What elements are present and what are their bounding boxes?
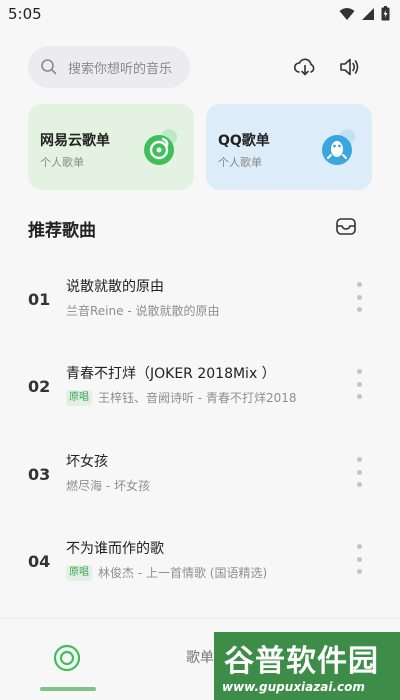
song-row[interactable]: 03 坏女孩 燃尽海 - 坏女孩: [0, 443, 400, 503]
netease-playlist-card[interactable]: 网易云歌单 个人歌单: [28, 104, 194, 190]
qq-playlist-card[interactable]: QQ歌单 个人歌单: [206, 104, 372, 190]
dot: [356, 282, 362, 287]
song-title: 青春不打烊（JOKER 2018Mix ）: [66, 366, 276, 382]
status-time: 5:05: [8, 5, 42, 23]
song-subtitle: 燃尽海 - 坏女孩: [66, 477, 150, 494]
song-index: 04: [28, 552, 51, 571]
inbox-icon: [336, 218, 356, 235]
song-row[interactable]: 02 青春不打烊（JOKER 2018Mix ） 原唱 王梓钰、音阙诗听 - 青春…: [0, 355, 400, 415]
inbox-button[interactable]: [334, 214, 358, 238]
song-title: 坏女孩: [66, 454, 108, 470]
song-subtitle: 原唱 林俊杰 - 上一首情歌 (国语精选): [66, 564, 267, 581]
nav-playlist-tab[interactable]: 歌单: [186, 647, 214, 667]
watermark-url: www.gupuxiazai.com: [222, 680, 365, 694]
home-disc-icon: [53, 644, 81, 672]
more-options-button[interactable]: [352, 282, 366, 312]
song-artist-album: 林俊杰 - 上一首情歌 (国语精选): [98, 566, 268, 580]
dot: [356, 457, 362, 462]
song-index: 03: [28, 465, 51, 484]
song-artist-album: 燃尽海 - 坏女孩: [66, 479, 150, 493]
signal-icon: [362, 7, 374, 20]
watermark-title: 谷普软件园: [224, 644, 379, 679]
more-options-button[interactable]: [352, 457, 366, 487]
search-input[interactable]: 搜索你想听的音乐: [28, 46, 190, 88]
dot: [356, 482, 362, 487]
song-artist-album: 王梓钰、音阙诗听 - 青春不打烊2018: [98, 391, 297, 405]
song-row[interactable]: 04 不为谁而作的歌 原唱 林俊杰 - 上一首情歌 (国语精选): [0, 530, 400, 590]
dot: [356, 394, 362, 399]
more-options-button[interactable]: [352, 544, 366, 574]
song-artist-album: 兰音Reine - 说散就散的原由: [66, 304, 220, 318]
dot: [356, 381, 362, 387]
dot: [356, 544, 362, 549]
speaker-icon: [340, 58, 359, 76]
download-button[interactable]: [290, 52, 320, 82]
section-title: 推荐歌曲: [28, 221, 96, 241]
dot: [356, 469, 362, 475]
dot: [356, 307, 362, 312]
dot: [356, 369, 362, 374]
nav-home-tab[interactable]: [52, 643, 82, 673]
song-index: 02: [28, 377, 51, 396]
search-placeholder: 搜索你想听的音乐: [68, 61, 173, 77]
volume-button[interactable]: [334, 52, 364, 82]
search-icon: [41, 59, 57, 75]
dot: [356, 569, 362, 574]
active-tab-indicator: [40, 687, 96, 691]
dot: [356, 294, 362, 300]
song-index: 01: [28, 290, 51, 309]
qq-penguin-icon: [322, 129, 355, 165]
wifi-icon: [339, 7, 355, 20]
watermark: 谷普软件园 www.gupuxiazai.com: [214, 632, 400, 700]
song-subtitle: 兰音Reine - 说散就散的原由: [66, 302, 219, 319]
song-title: 不为谁而作的歌: [66, 541, 164, 557]
more-options-button[interactable]: [352, 369, 366, 399]
card-title: 网易云歌单: [40, 133, 110, 149]
original-badge: 原唱: [66, 564, 92, 581]
status-icons: [339, 6, 390, 21]
original-badge: 原唱: [66, 389, 92, 406]
netease-music-icon: [144, 129, 177, 165]
card-title: QQ歌单: [218, 133, 270, 149]
song-title: 说散就散的原由: [66, 279, 164, 295]
song-row[interactable]: 01 说散就散的原由 兰音Reine - 说散就散的原由: [0, 268, 400, 328]
status-bar: 5:05: [0, 0, 400, 28]
card-subtitle: 个人歌单: [40, 156, 84, 169]
dot: [356, 556, 362, 562]
card-subtitle: 个人歌单: [218, 156, 262, 169]
song-subtitle: 原唱 王梓钰、音阙诗听 - 青春不打烊2018: [66, 389, 297, 406]
download-cloud-icon: [293, 58, 315, 76]
battery-icon: [381, 6, 390, 21]
